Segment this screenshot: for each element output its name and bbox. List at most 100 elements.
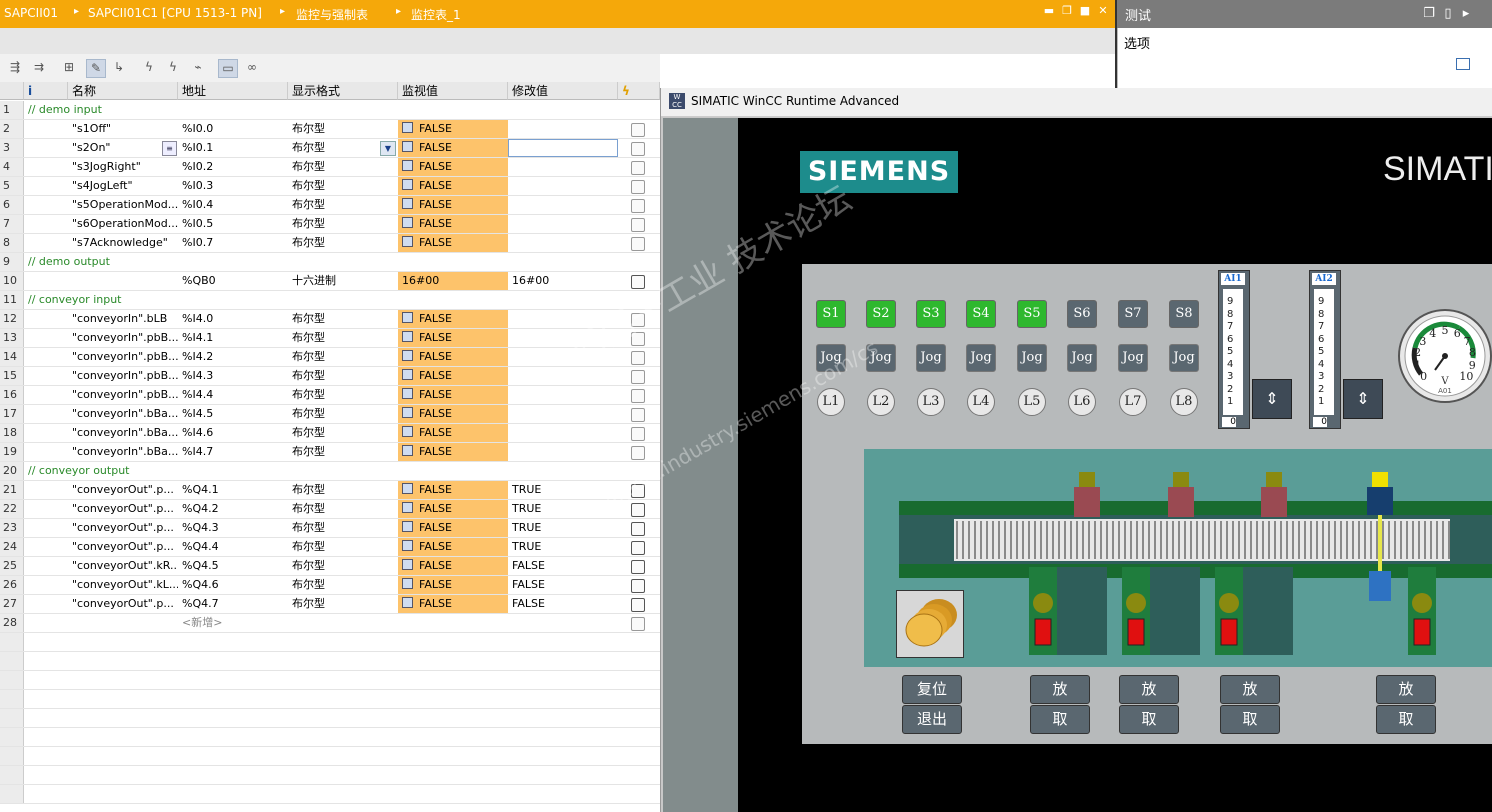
glasses-icon[interactable]: ∞ — [243, 59, 261, 76]
monitor-value-cell[interactable]: FALSE — [398, 500, 508, 518]
modify-checkbox[interactable] — [631, 237, 645, 251]
modify-value-cell[interactable]: TRUE — [508, 538, 618, 556]
breadcrumb-project[interactable]: SAPCII01 — [4, 6, 58, 20]
format-cell[interactable]: 布尔型 — [288, 234, 398, 252]
address-cell[interactable]: <新增> — [178, 614, 288, 632]
row-number[interactable]: 22 — [0, 500, 24, 518]
table-row[interactable]: 21 "conveyorOut".p... %Q4.1 布尔型 FALSE TRUE — [0, 481, 660, 500]
format-cell[interactable]: 布尔型 — [288, 329, 398, 347]
row-number[interactable]: 18 — [0, 424, 24, 442]
name-cell[interactable]: "conveyorIn".pbB... — [68, 386, 178, 404]
name-cell[interactable]: "conveyorIn".bBa... — [68, 405, 178, 423]
monitor-value-cell[interactable]: FALSE — [398, 481, 508, 499]
modify-value-cell[interactable] — [508, 139, 618, 157]
row-number[interactable]: 28 — [0, 614, 24, 632]
address-cell[interactable]: %I0.0 — [178, 120, 288, 138]
modify-checkbox[interactable] — [631, 275, 645, 289]
format-cell[interactable]: 布尔型 — [288, 576, 398, 594]
breadcrumb-table[interactable]: 监控表_1 — [411, 6, 461, 23]
row-number[interactable]: 12 — [0, 310, 24, 328]
address-cell[interactable]: %Q4.1 — [178, 481, 288, 499]
monitor-value-cell[interactable]: FALSE — [398, 386, 508, 404]
format-cell[interactable]: 十六进制 — [288, 272, 398, 290]
monitor-value-cell[interactable]: FALSE — [398, 595, 508, 613]
address-cell[interactable]: %I4.2 — [178, 348, 288, 366]
modify-checkbox[interactable] — [631, 123, 645, 137]
format-cell[interactable]: 布尔型 — [288, 196, 398, 214]
row-number[interactable]: 24 — [0, 538, 24, 556]
address-cell[interactable]: %I4.6 — [178, 424, 288, 442]
table-row[interactable]: 8 "s7Acknowledge" %I0.7 布尔型 FALSE — [0, 234, 660, 253]
modify-checkbox[interactable] — [631, 522, 645, 536]
table-row[interactable]: 3 "s2On" %I0.1 布尔型 FALSE ▼ ≡ — [0, 139, 660, 158]
modify-value-cell[interactable] — [508, 158, 618, 176]
row-number[interactable]: 10 — [0, 272, 24, 290]
monitor-value-cell[interactable]: FALSE — [398, 538, 508, 556]
switch-s1-button[interactable]: S1 — [816, 300, 846, 328]
monitor-value-cell[interactable]: FALSE — [398, 120, 508, 138]
address-cell[interactable]: %I0.5 — [178, 215, 288, 233]
format-cell[interactable]: 布尔型 — [288, 386, 398, 404]
address-cell[interactable]: %I0.2 — [178, 158, 288, 176]
monitor-value-cell[interactable]: FALSE — [398, 519, 508, 537]
address-cell[interactable]: %I4.5 — [178, 405, 288, 423]
format-cell[interactable]: 布尔型 — [288, 500, 398, 518]
monitor-value-cell[interactable]: FALSE — [398, 158, 508, 176]
format-cell[interactable]: 布尔型 — [288, 519, 398, 537]
monitor-value-cell[interactable]: FALSE — [398, 215, 508, 233]
row-number[interactable]: 17 — [0, 405, 24, 423]
column-format-header[interactable]: 显示格式 — [288, 82, 398, 100]
table-row[interactable]: 22 "conveyorOut".p... %Q4.2 布尔型 FALSE TRUE — [0, 500, 660, 519]
modify-value-cell[interactable] — [508, 443, 618, 461]
modify-checkbox[interactable] — [631, 541, 645, 555]
comment-cell[interactable]: // demo input — [24, 101, 424, 119]
row-number[interactable]: 20 — [0, 462, 24, 480]
monitor-value-cell[interactable]: FALSE — [398, 557, 508, 575]
row-number[interactable]: 2 — [0, 120, 24, 138]
format-cell[interactable]: 布尔型 — [288, 215, 398, 233]
table-row[interactable]: 17 "conveyorIn".bBa... %I4.5 布尔型 FALSE — [0, 405, 660, 424]
table-row[interactable]: 5 "s4JogLeft" %I0.3 布尔型 FALSE — [0, 177, 660, 196]
put-button-1[interactable]: 放 — [1030, 675, 1090, 704]
monitor-value-cell[interactable]: FALSE — [398, 443, 508, 461]
row-number[interactable]: 27 — [0, 595, 24, 613]
table-row[interactable]: 15 "conveyorIn".pbB... %I4.3 布尔型 FALSE — [0, 367, 660, 386]
table-row[interactable]: 10 %QB0 十六进制 16#00 16#00 — [0, 272, 660, 291]
monitor-value-cell[interactable]: FALSE — [398, 367, 508, 385]
row-number[interactable]: 21 — [0, 481, 24, 499]
modify-value-cell[interactable] — [508, 196, 618, 214]
monitor-value-cell[interactable]: 16#00 — [398, 272, 508, 290]
modify-value-cell[interactable]: TRUE — [508, 500, 618, 518]
table-row[interactable]: 1// demo input — [0, 101, 660, 120]
table-row[interactable]: 4 "s3JogRight" %I0.2 布尔型 FALSE — [0, 158, 660, 177]
address-cell[interactable]: %I4.1 — [178, 329, 288, 347]
coin-stack-button[interactable] — [896, 590, 964, 658]
table-row[interactable]: 19 "conveyorIn".bBa... %I4.7 布尔型 FALSE — [0, 443, 660, 462]
row-number[interactable]: 19 — [0, 443, 24, 461]
name-cell[interactable]: "s3JogRight" — [68, 158, 178, 176]
monitor-value-cell[interactable]: FALSE — [398, 139, 508, 157]
table-row[interactable]: 12 "conveyorIn".bLB %I4.0 布尔型 FALSE — [0, 310, 660, 329]
switch-s6-button[interactable]: S6 — [1067, 300, 1097, 328]
name-cell[interactable]: "s6OperationMod... — [68, 215, 178, 233]
table-row[interactable]: 24 "conveyorOut".p... %Q4.4 布尔型 FALSE TRUE — [0, 538, 660, 557]
exit-button[interactable]: 退出 — [902, 705, 962, 734]
modify-value-cell[interactable] — [508, 405, 618, 423]
format-cell[interactable]: 布尔型 — [288, 348, 398, 366]
format-cell[interactable]: 布尔型 — [288, 557, 398, 575]
format-cell[interactable]: 布尔型 — [288, 310, 398, 328]
table-row[interactable]: 23 "conveyorOut".p... %Q4.3 布尔型 FALSE TRUE — [0, 519, 660, 538]
jog-button-8[interactable]: Jog — [1169, 344, 1199, 372]
address-cell[interactable]: %Q4.7 — [178, 595, 288, 613]
comment-cell[interactable]: // demo output — [24, 253, 424, 271]
modify-value-cell[interactable] — [508, 367, 618, 385]
row-number[interactable]: 26 — [0, 576, 24, 594]
modify-checkbox[interactable] — [631, 484, 645, 498]
monitor-value-cell[interactable]: FALSE — [398, 234, 508, 252]
address-cell[interactable]: %Q4.3 — [178, 519, 288, 537]
row-number[interactable]: 8 — [0, 234, 24, 252]
address-cell[interactable]: %Q4.5 — [178, 557, 288, 575]
modify-checkbox[interactable] — [631, 199, 645, 213]
modify-value-cell[interactable]: FALSE — [508, 576, 618, 594]
switch-s7-button[interactable]: S7 — [1118, 300, 1148, 328]
